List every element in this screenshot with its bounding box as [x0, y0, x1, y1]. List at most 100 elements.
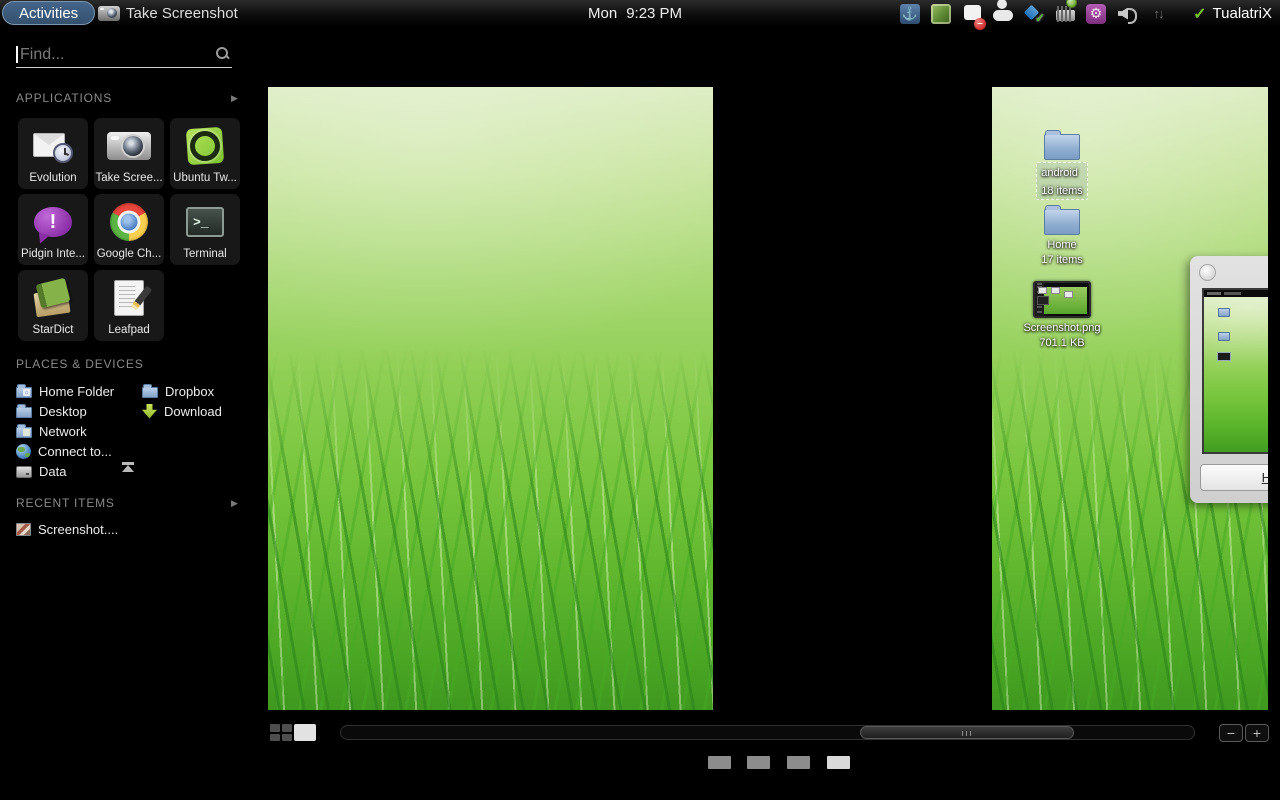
app-label: Take Scree...	[95, 172, 162, 184]
workspace-desktop-preview[interactable]: android 18 items Home 17 items Screensho…	[992, 87, 1268, 710]
message-dnd-icon[interactable]	[962, 4, 982, 24]
screenshot-thumbnail-icon	[1033, 281, 1091, 318]
app-tile-ubuntu-tweak[interactable]: Ubuntu Tw...	[170, 118, 240, 189]
dialog-radio-button[interactable]	[1199, 264, 1216, 281]
grid-view-button[interactable]	[270, 724, 292, 741]
user-menu[interactable]: ✓ TualatriX	[1193, 0, 1272, 27]
workspace-indicator-1[interactable]	[708, 756, 731, 769]
chrome-icon	[106, 201, 152, 243]
search-placeholder: Find...	[20, 46, 64, 64]
screenshot-dialog-window[interactable]: Help	[1190, 256, 1268, 503]
place-connect-to[interactable]: Connect to...	[16, 443, 112, 459]
desktop-icon-details: 18 items	[1041, 185, 1083, 197]
mini-thumbnail-icon	[1217, 352, 1231, 361]
place-home-folder[interactable]: ⌂ Home Folder	[16, 383, 114, 399]
place-network[interactable]: Network	[16, 423, 87, 439]
scrollbar-thumb[interactable]	[860, 726, 1074, 739]
app-tile-leafpad[interactable]: Leafpad	[94, 270, 164, 341]
place-label: Data	[39, 464, 66, 479]
activities-button[interactable]: Activities	[2, 1, 95, 25]
linear-view-button[interactable]	[294, 724, 316, 741]
applications-header: APPLICATIONS	[16, 91, 112, 105]
search-input[interactable]: Find...	[16, 42, 232, 68]
app-tile-stardict[interactable]: StarDict	[18, 270, 88, 341]
pidgin-icon: !	[30, 201, 76, 243]
stardict-book-icon[interactable]	[931, 4, 951, 24]
workspace-scrollbar[interactable]	[340, 725, 1195, 740]
clock-day: Mon	[588, 5, 617, 22]
app-tile-take-screenshot[interactable]: Take Scree...	[94, 118, 164, 189]
focused-app-menu[interactable]: Take Screenshot	[98, 0, 238, 27]
network-folder-icon	[16, 427, 32, 438]
workspace-indicator-3[interactable]	[787, 756, 810, 769]
message-page	[964, 5, 981, 20]
app-label: Google Ch...	[97, 248, 162, 260]
tweak-gear-icon[interactable]: ⚙	[1086, 4, 1106, 24]
app-tile-chrome[interactable]: Google Ch...	[94, 194, 164, 265]
network-arrows-icon[interactable]: ↑↓	[1148, 4, 1168, 24]
place-label: Home Folder	[39, 384, 114, 399]
folder-icon	[16, 407, 32, 418]
mini-folder-icon	[1218, 308, 1230, 317]
app-tile-evolution[interactable]: Evolution	[18, 118, 88, 189]
workspace-indicator-4-active[interactable]	[827, 756, 850, 769]
gnome-shell-overview: Activities Take Screenshot Mon 9:23 PM ⚓…	[0, 0, 1280, 800]
evolution-icon	[30, 125, 76, 167]
app-tile-pidgin[interactable]: ! Pidgin Inte...	[18, 194, 88, 265]
place-label: Desktop	[39, 404, 87, 419]
place-desktop[interactable]: Desktop	[16, 403, 87, 419]
cloud-shape	[993, 10, 1013, 21]
screenshot-preview-image	[1202, 288, 1268, 454]
places-header: PLACES & DEVICES	[16, 357, 144, 371]
anchor-icon[interactable]: ⚓	[900, 4, 920, 24]
selection-outline: android 18 items	[1036, 162, 1088, 200]
place-label: Dropbox	[165, 384, 214, 399]
grass-wallpaper	[268, 349, 713, 710]
keyboard-indicator-icon[interactable]	[1055, 4, 1075, 24]
app-label: Leafpad	[108, 324, 150, 336]
volume-icon[interactable]	[1117, 4, 1137, 24]
folder-icon	[142, 387, 158, 398]
dropbox-check: ✓	[1035, 11, 1045, 25]
zoom-in-button[interactable]: +	[1245, 724, 1269, 742]
window-preview-fullscreen[interactable]	[268, 87, 713, 710]
place-data[interactable]: Data	[16, 463, 66, 479]
top-bar: Activities Take Screenshot Mon 9:23 PM ⚓…	[0, 0, 1280, 27]
app-label: StarDict	[33, 324, 74, 336]
help-button[interactable]: Help	[1200, 464, 1268, 491]
app-tile-terminal[interactable]: >_ Terminal	[170, 194, 240, 265]
stardict-icon	[30, 277, 76, 319]
search-icon[interactable]	[216, 47, 230, 61]
desktop-icon-screenshot-png[interactable]: Screenshot.png 701.1 KB	[1002, 281, 1122, 351]
desktop-icon-label: android	[1041, 167, 1078, 179]
zoom-out-button[interactable]: −	[1219, 724, 1243, 742]
desktop-icon-android[interactable]: android 18 items	[1002, 134, 1122, 200]
clock-time: 9:23 PM	[626, 5, 682, 22]
recent-item-screenshot[interactable]: Screenshot....	[16, 521, 118, 537]
cloud-icon[interactable]	[993, 4, 1013, 24]
workspace-indicator-2[interactable]	[747, 756, 770, 769]
desktop-icon-label: Screenshot.png	[1023, 321, 1100, 336]
desktop-icon-home[interactable]: Home 17 items	[1002, 209, 1122, 268]
applications-expand-icon[interactable]: ▶	[231, 93, 238, 104]
recent-expand-icon[interactable]: ▶	[231, 498, 238, 509]
desktop-icon-details: 701.1 KB	[1039, 336, 1084, 351]
mini-folder-icon	[1218, 332, 1230, 341]
home-folder-icon: ⌂	[16, 387, 32, 398]
place-download[interactable]: Download	[142, 403, 222, 419]
text-caret	[16, 46, 18, 63]
app-label: Pidgin Inte...	[21, 248, 85, 260]
camera-icon	[98, 6, 120, 21]
ubuntu-tweak-icon	[182, 125, 228, 167]
terminal-icon: >_	[182, 201, 228, 243]
keyboard-shape	[1056, 10, 1075, 21]
app-label: Evolution	[29, 172, 76, 184]
dropbox-icon[interactable]: ✓	[1024, 4, 1044, 24]
place-label: Connect to...	[38, 444, 112, 459]
clock[interactable]: Mon 9:23 PM	[588, 0, 682, 27]
place-dropbox[interactable]: Dropbox	[142, 383, 214, 399]
place-label: Download	[164, 404, 222, 419]
app-label: Terminal	[183, 248, 226, 260]
app-label: Ubuntu Tw...	[173, 172, 237, 184]
desktop-icon-details: 17 items	[1041, 253, 1083, 268]
